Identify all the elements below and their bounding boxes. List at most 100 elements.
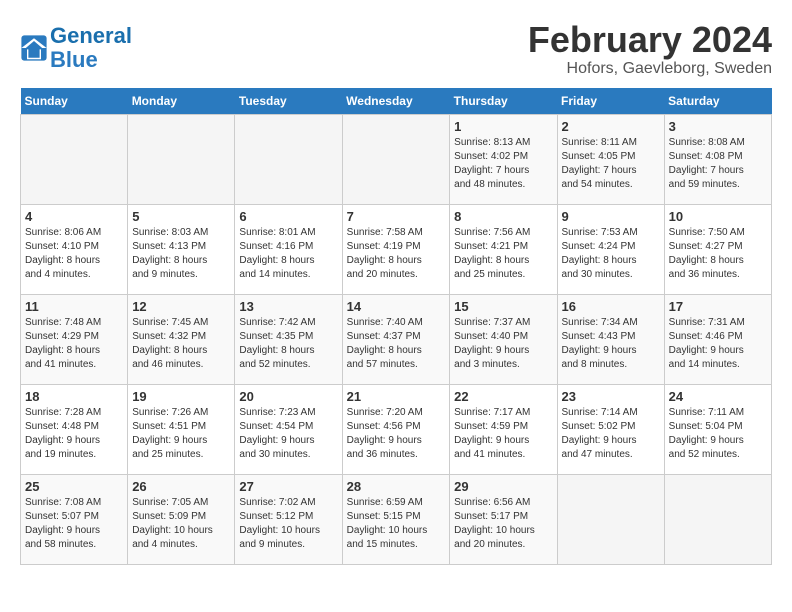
logo-icon [20,34,48,62]
day-number: 26 [132,479,230,494]
calendar-cell: 28 Sunrise: 6:59 AM Sunset: 5:15 PM Dayli… [342,474,450,564]
calendar-cell: 11 Sunrise: 7:48 AM Sunset: 4:29 PM Dayli… [21,294,128,384]
calendar-cell: 23 Sunrise: 7:14 AM Sunset: 5:02 PM Dayli… [557,384,664,474]
day-number: 16 [562,299,660,314]
calendar-cell: 4 Sunrise: 8:06 AM Sunset: 4:10 PM Daylig… [21,204,128,294]
day-info: Sunrise: 7:34 AM Sunset: 4:43 PM Dayligh… [562,316,660,372]
day-info: Sunrise: 7:42 AM Sunset: 4:35 PM Dayligh… [239,316,337,372]
day-info: Sunrise: 7:23 AM Sunset: 4:54 PM Dayligh… [239,406,337,462]
logo-line1: General [50,23,132,48]
week-row-3: 11 Sunrise: 7:48 AM Sunset: 4:29 PM Dayli… [21,294,772,384]
day-info: Sunrise: 8:13 AM Sunset: 4:02 PM Dayligh… [454,136,552,192]
day-number: 11 [25,299,123,314]
day-number: 6 [239,209,337,224]
week-row-1: 1 Sunrise: 8:13 AM Sunset: 4:02 PM Daylig… [21,114,772,204]
day-info: Sunrise: 8:11 AM Sunset: 4:05 PM Dayligh… [562,136,660,192]
day-info: Sunrise: 6:59 AM Sunset: 5:15 PM Dayligh… [347,496,446,552]
calendar-cell: 16 Sunrise: 7:34 AM Sunset: 4:43 PM Dayli… [557,294,664,384]
day-number: 18 [25,389,123,404]
day-info: Sunrise: 7:14 AM Sunset: 5:02 PM Dayligh… [562,406,660,462]
weekday-header-saturday: Saturday [664,88,771,115]
day-number: 28 [347,479,446,494]
day-info: Sunrise: 7:28 AM Sunset: 4:48 PM Dayligh… [25,406,123,462]
calendar-cell: 19 Sunrise: 7:26 AM Sunset: 4:51 PM Dayli… [128,384,235,474]
day-number: 20 [239,389,337,404]
logo-line2: Blue [50,47,98,72]
day-info: Sunrise: 7:05 AM Sunset: 5:09 PM Dayligh… [132,496,230,552]
day-info: Sunrise: 7:53 AM Sunset: 4:24 PM Dayligh… [562,226,660,282]
calendar-title: February 2024 [528,20,772,60]
day-number: 10 [669,209,767,224]
weekday-header-friday: Friday [557,88,664,115]
week-row-4: 18 Sunrise: 7:28 AM Sunset: 4:48 PM Dayli… [21,384,772,474]
title-section: February 2024 Hofors, Gaevleborg, Sweden [528,20,772,78]
day-info: Sunrise: 7:31 AM Sunset: 4:46 PM Dayligh… [669,316,767,372]
day-info: Sunrise: 8:06 AM Sunset: 4:10 PM Dayligh… [25,226,123,282]
day-number: 4 [25,209,123,224]
calendar-cell: 2 Sunrise: 8:11 AM Sunset: 4:05 PM Daylig… [557,114,664,204]
calendar-cell: 3 Sunrise: 8:08 AM Sunset: 4:08 PM Daylig… [664,114,771,204]
day-info: Sunrise: 8:03 AM Sunset: 4:13 PM Dayligh… [132,226,230,282]
calendar-cell: 5Sunrise: 8:03 AM Sunset: 4:13 PM Daylig… [128,204,235,294]
day-info: Sunrise: 7:58 AM Sunset: 4:19 PM Dayligh… [347,226,446,282]
weekday-header-row: SundayMondayTuesdayWednesdayThursdayFrid… [21,88,772,115]
day-number: 24 [669,389,767,404]
day-info: Sunrise: 7:08 AM Sunset: 5:07 PM Dayligh… [25,496,123,552]
weekday-header-tuesday: Tuesday [235,88,342,115]
day-number: 29 [454,479,552,494]
day-number: 9 [562,209,660,224]
weekday-header-monday: Monday [128,88,235,115]
day-info: Sunrise: 6:56 AM Sunset: 5:17 PM Dayligh… [454,496,552,552]
weekday-header-sunday: Sunday [21,88,128,115]
week-row-5: 25 Sunrise: 7:08 AM Sunset: 5:07 PM Dayli… [21,474,772,564]
day-number: 1 [454,119,552,134]
day-info: Sunrise: 7:11 AM Sunset: 5:04 PM Dayligh… [669,406,767,462]
calendar-cell: 15Sunrise: 7:37 AM Sunset: 4:40 PM Dayli… [450,294,557,384]
calendar-cell: 17Sunrise: 7:31 AM Sunset: 4:46 PM Dayli… [664,294,771,384]
calendar-cell [128,114,235,204]
day-number: 22 [454,389,552,404]
calendar-cell [557,474,664,564]
logo: General Blue [20,24,132,72]
day-info: Sunrise: 7:02 AM Sunset: 5:12 PM Dayligh… [239,496,337,552]
day-info: Sunrise: 8:01 AM Sunset: 4:16 PM Dayligh… [239,226,337,282]
day-info: Sunrise: 7:56 AM Sunset: 4:21 PM Dayligh… [454,226,552,282]
calendar-cell [664,474,771,564]
calendar-cell: 6 Sunrise: 8:01 AM Sunset: 4:16 PM Daylig… [235,204,342,294]
day-number: 7 [347,209,446,224]
calendar-cell: 22 Sunrise: 7:17 AM Sunset: 4:59 PM Dayli… [450,384,557,474]
calendar-cell: 1 Sunrise: 8:13 AM Sunset: 4:02 PM Daylig… [450,114,557,204]
day-info: Sunrise: 8:08 AM Sunset: 4:08 PM Dayligh… [669,136,767,192]
day-number: 2 [562,119,660,134]
calendar-table: SundayMondayTuesdayWednesdayThursdayFrid… [20,88,772,565]
calendar-cell: 18 Sunrise: 7:28 AM Sunset: 4:48 PM Dayli… [21,384,128,474]
calendar-cell [235,114,342,204]
weekday-header-wednesday: Wednesday [342,88,450,115]
calendar-cell: 9 Sunrise: 7:53 AM Sunset: 4:24 PM Daylig… [557,204,664,294]
calendar-subtitle: Hofors, Gaevleborg, Sweden [528,60,772,78]
day-info: Sunrise: 7:48 AM Sunset: 4:29 PM Dayligh… [25,316,123,372]
day-info: Sunrise: 7:45 AM Sunset: 4:32 PM Dayligh… [132,316,230,372]
day-info: Sunrise: 7:50 AM Sunset: 4:27 PM Dayligh… [669,226,767,282]
day-info: Sunrise: 7:26 AM Sunset: 4:51 PM Dayligh… [132,406,230,462]
calendar-cell: 25 Sunrise: 7:08 AM Sunset: 5:07 PM Dayli… [21,474,128,564]
day-number: 19 [132,389,230,404]
day-number: 23 [562,389,660,404]
calendar-cell: 10 Sunrise: 7:50 AM Sunset: 4:27 PM Dayli… [664,204,771,294]
day-number: 3 [669,119,767,134]
calendar-cell: 27 Sunrise: 7:02 AM Sunset: 5:12 PM Dayli… [235,474,342,564]
calendar-cell: 24 Sunrise: 7:11 AM Sunset: 5:04 PM Dayli… [664,384,771,474]
day-info: Sunrise: 7:17 AM Sunset: 4:59 PM Dayligh… [454,406,552,462]
day-number: 27 [239,479,337,494]
day-number: 12 [132,299,230,314]
calendar-cell [21,114,128,204]
calendar-cell: 8 Sunrise: 7:56 AM Sunset: 4:21 PM Daylig… [450,204,557,294]
calendar-cell: 14Sunrise: 7:40 AM Sunset: 4:37 PM Dayli… [342,294,450,384]
day-number: 25 [25,479,123,494]
calendar-cell: 7 Sunrise: 7:58 AM Sunset: 4:19 PM Daylig… [342,204,450,294]
day-info: Sunrise: 7:37 AM Sunset: 4:40 PM Dayligh… [454,316,552,372]
calendar-cell: 29 Sunrise: 6:56 AM Sunset: 5:17 PM Dayli… [450,474,557,564]
day-number: 8 [454,209,552,224]
day-number: 21 [347,389,446,404]
calendar-cell: 13Sunrise: 7:42 AM Sunset: 4:35 PM Dayli… [235,294,342,384]
